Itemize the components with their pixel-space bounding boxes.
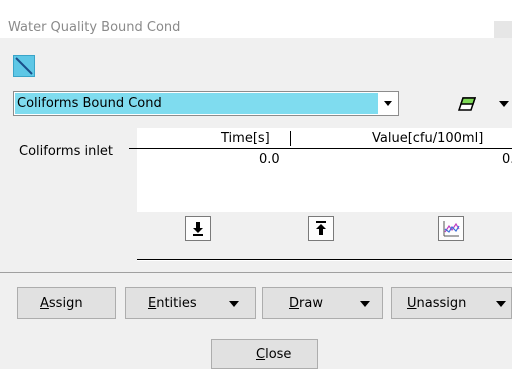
draw-button-label: Draw [289, 296, 323, 311]
import-button[interactable] [185, 216, 211, 241]
eraser-dropdown-arrow-icon [499, 101, 509, 107]
label-rule [129, 148, 137, 149]
unassign-chevron-down-icon [496, 301, 506, 307]
entities-button-label: Entities [148, 296, 197, 311]
column-separator[interactable] [290, 131, 291, 146]
chevron-down-icon[interactable] [384, 101, 392, 106]
export-icon [316, 221, 326, 235]
condition-select-value: Coliforms Bound Cond [15, 93, 378, 114]
line-draw-icon[interactable] [13, 55, 35, 77]
table-label: Coliforms inlet [19, 144, 114, 159]
draw-button[interactable]: Draw [262, 287, 383, 319]
assign-button-label: Assign [40, 296, 83, 311]
draw-chevron-down-icon [360, 301, 370, 307]
export-button[interactable] [308, 216, 334, 241]
title-bar: Water Quality Bound Cond [0, 0, 512, 38]
unassign-button[interactable]: Unassign [391, 287, 512, 319]
chart-button[interactable] [438, 216, 464, 241]
column-header-time[interactable]: Time[s] [221, 131, 270, 146]
entities-chevron-down-icon [229, 301, 239, 307]
table-cell-value[interactable]: 0.0 [502, 152, 512, 168]
import-icon [193, 222, 203, 236]
chart-icon [443, 221, 460, 237]
table-header: Time[s] Value[cfu/100ml] [137, 128, 512, 149]
condition-select[interactable]: Coliforms Bound Cond [13, 91, 399, 116]
eraser-icon [457, 97, 477, 111]
entities-button[interactable]: Entities [125, 287, 256, 319]
assign-button[interactable]: Assign [17, 287, 116, 319]
section-divider [0, 272, 512, 273]
close-button-label: Close [256, 347, 292, 362]
window-title: Water Quality Bound Cond [8, 20, 181, 35]
table-cell-time[interactable]: 0.0 [259, 152, 280, 168]
eraser-menu-button[interactable] [453, 90, 512, 117]
close-button[interactable]: Close [211, 339, 318, 369]
unassign-button-label: Unassign [407, 296, 467, 311]
window-close-button[interactable] [494, 21, 512, 38]
column-header-value[interactable]: Value[cfu/100ml] [372, 131, 483, 146]
